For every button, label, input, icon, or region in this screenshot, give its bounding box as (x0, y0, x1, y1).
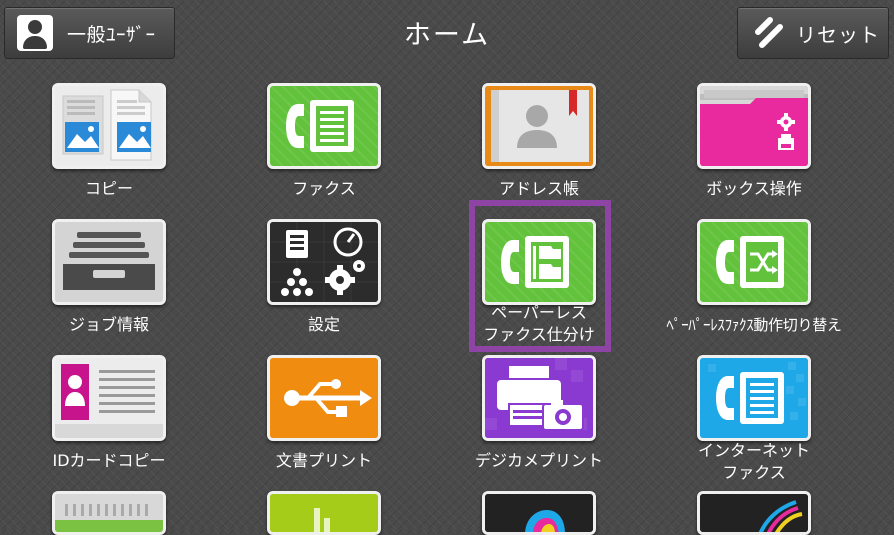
reset-icon (755, 17, 783, 48)
tile-label: 設定 (307, 315, 340, 334)
tile-internet-fax[interactable]: インターネット ファクス (649, 355, 859, 485)
tile-label: 文書プリント (275, 451, 372, 470)
tile-label: IDカードコピー (52, 451, 166, 470)
camera-print-icon (482, 355, 596, 441)
job-tray-icon (52, 219, 166, 305)
settings-icon (267, 219, 381, 305)
paperless-fax-switch-icon (697, 219, 811, 305)
partial-green-folder-icon (52, 491, 166, 535)
reset-label: リセット (796, 22, 880, 47)
tile-id-card-copy[interactable]: IDカードコピー (4, 355, 214, 475)
tile-label: ファクス (292, 179, 356, 198)
copy-icon (52, 83, 166, 169)
box-folder-icon (697, 83, 811, 169)
partial-lines-icon (697, 491, 811, 535)
tile-row4-2[interactable] (219, 491, 429, 535)
partial-color-icon (482, 491, 596, 535)
usb-icon (267, 355, 381, 441)
tile-fax[interactable]: ファクス (219, 83, 429, 203)
tile-copy[interactable]: コピー (4, 83, 214, 203)
tile-label-line2: ファクス (722, 463, 786, 482)
tile-address-book[interactable]: アドレス帳 (434, 83, 644, 203)
reset-button[interactable]: リセット (737, 7, 889, 59)
tile-label: アドレス帳 (498, 179, 579, 198)
tile-job-info[interactable]: ジョブ情報 (4, 219, 214, 339)
tile-settings[interactable]: 設定 (219, 219, 429, 339)
partial-lime-icon (267, 491, 381, 535)
tile-paperless-fax-switch[interactable]: ﾍﾟｰﾊﾟｰﾚｽﾌｧｸｽ動作切り替え (649, 219, 859, 339)
id-card-icon (52, 355, 166, 441)
tile-label: コピー (84, 179, 133, 198)
tile-box-operation[interactable]: ボックス操作 (649, 83, 859, 203)
tile-label: ジョブ情報 (68, 315, 149, 334)
address-book-icon (482, 83, 596, 169)
header-bar: 一般ﾕｰｻﾞｰ ホーム リセット (0, 0, 894, 66)
selection-highlight (469, 200, 611, 352)
tile-label-line1: インターネット (697, 441, 810, 460)
tile-document-print[interactable]: 文書プリント (219, 355, 429, 475)
tile-label: ボックス操作 (706, 179, 802, 198)
tile-row4-1[interactable] (4, 491, 214, 535)
tile-label: デジカメプリント (474, 451, 603, 470)
fax-icon (267, 83, 381, 169)
tile-label: ﾍﾟｰﾊﾟｰﾚｽﾌｧｸｽ動作切り替え (666, 316, 842, 334)
tile-digital-camera-print[interactable]: デジカメプリント (434, 355, 644, 475)
tile-row4-3[interactable] (434, 491, 644, 535)
tile-row4-4[interactable] (649, 491, 859, 535)
internet-fax-icon (697, 355, 811, 441)
